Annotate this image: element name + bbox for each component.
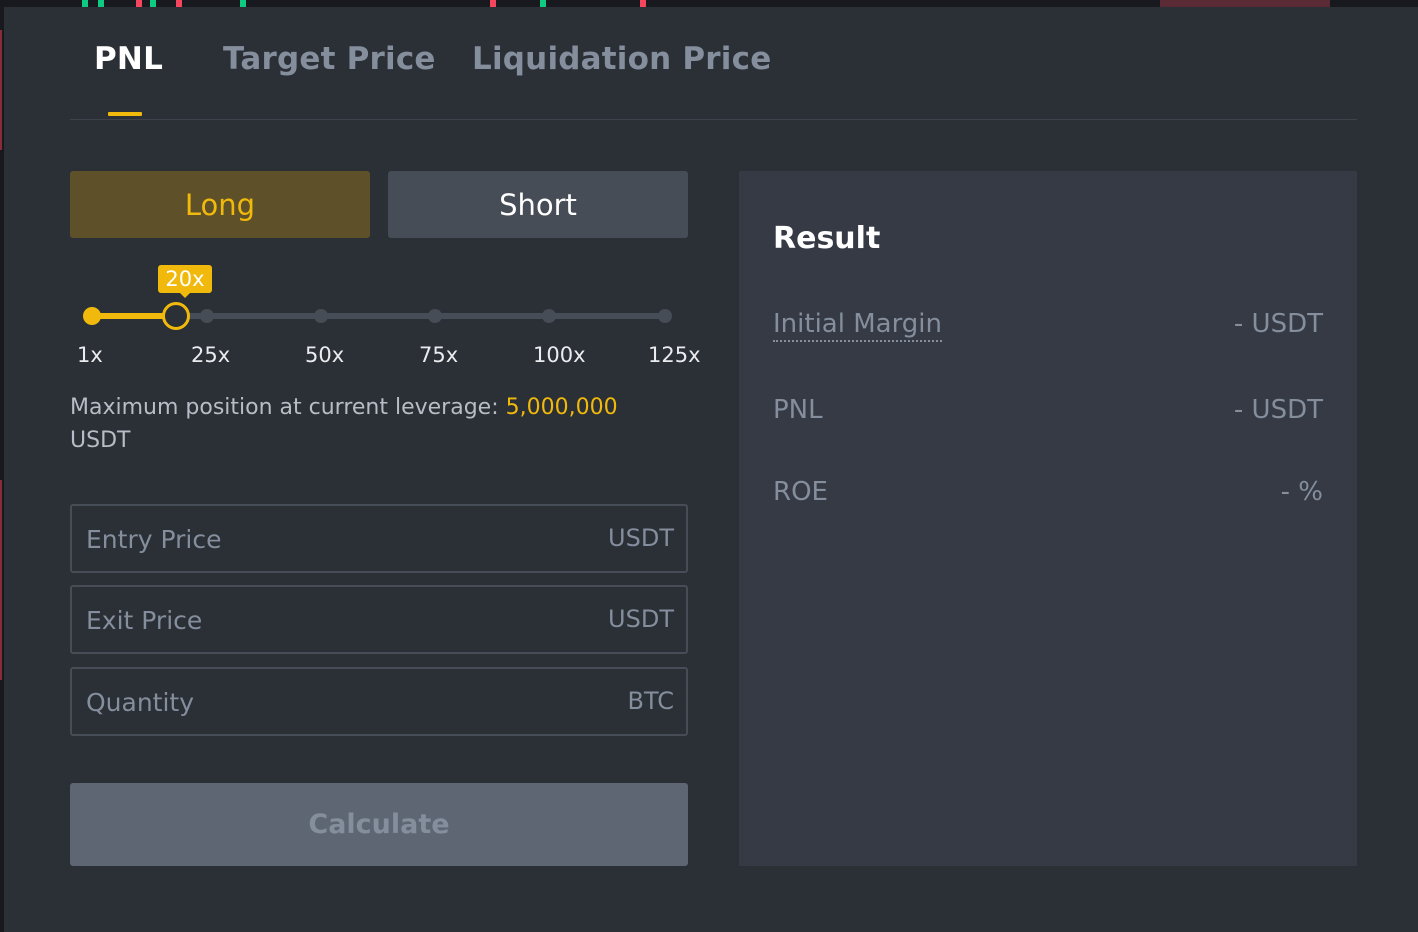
exit-price-field[interactable]: USDT xyxy=(70,585,688,654)
tab-target-price[interactable]: Target Price xyxy=(223,41,436,77)
active-tab-indicator xyxy=(108,112,142,116)
roe-label: ROE xyxy=(773,477,828,507)
leverage-mark: 75x xyxy=(419,343,459,367)
leverage-mark: 100x xyxy=(533,343,586,367)
initial-margin-label[interactable]: Initial Margin xyxy=(773,309,943,342)
long-button[interactable]: Long xyxy=(70,171,370,238)
leverage-step-125x[interactable] xyxy=(658,309,672,323)
max-position-value: 5,000,000 xyxy=(505,395,618,420)
tab-pnl[interactable]: PNL xyxy=(94,41,163,77)
calculator-tabs: PNL Target Price Liquidation Price xyxy=(70,7,1357,120)
roe-value: - % xyxy=(1280,477,1323,507)
exit-price-input[interactable] xyxy=(84,587,568,654)
quantity-field[interactable]: BTC xyxy=(70,667,688,736)
max-position-info: Maximum position at current leverage: 5,… xyxy=(70,391,650,457)
leverage-mark: 25x xyxy=(191,343,231,367)
leverage-slider-handle[interactable] xyxy=(162,302,190,330)
max-position-unit: USDT xyxy=(70,428,131,453)
tab-liquidation-price[interactable]: Liquidation Price xyxy=(472,41,771,77)
pnl-calculator-dialog: PNL Target Price Liquidation Price Long … xyxy=(4,7,1418,932)
quantity-input[interactable] xyxy=(84,669,568,736)
quantity-unit: BTC xyxy=(627,687,674,715)
leverage-step-100x[interactable] xyxy=(542,309,556,323)
leverage-badge: 20x xyxy=(158,265,212,298)
result-title: Result xyxy=(773,221,881,256)
entry-price-input[interactable] xyxy=(84,506,568,573)
pnl-value: - USDT xyxy=(1233,395,1323,425)
leverage-step-25x[interactable] xyxy=(200,309,214,323)
leverage-mark: 50x xyxy=(305,343,345,367)
exit-price-unit: USDT xyxy=(608,605,674,633)
pnl-label: PNL xyxy=(773,395,823,425)
leverage-mark: 1x xyxy=(77,343,103,367)
leverage-mark: 125x xyxy=(648,343,701,367)
leverage-step-75x[interactable] xyxy=(428,309,442,323)
entry-price-field[interactable]: USDT xyxy=(70,504,688,573)
leverage-step-1x[interactable] xyxy=(83,307,101,325)
entry-price-unit: USDT xyxy=(608,524,674,552)
leverage-step-50x[interactable] xyxy=(314,309,328,323)
initial-margin-value: - USDT xyxy=(1233,309,1323,339)
result-panel: Result Initial Margin - USDT PNL - USDT … xyxy=(739,171,1357,866)
calculate-button[interactable]: Calculate xyxy=(70,783,688,866)
max-position-label: Maximum position at current leverage: xyxy=(70,395,506,420)
short-button[interactable]: Short xyxy=(388,171,688,238)
